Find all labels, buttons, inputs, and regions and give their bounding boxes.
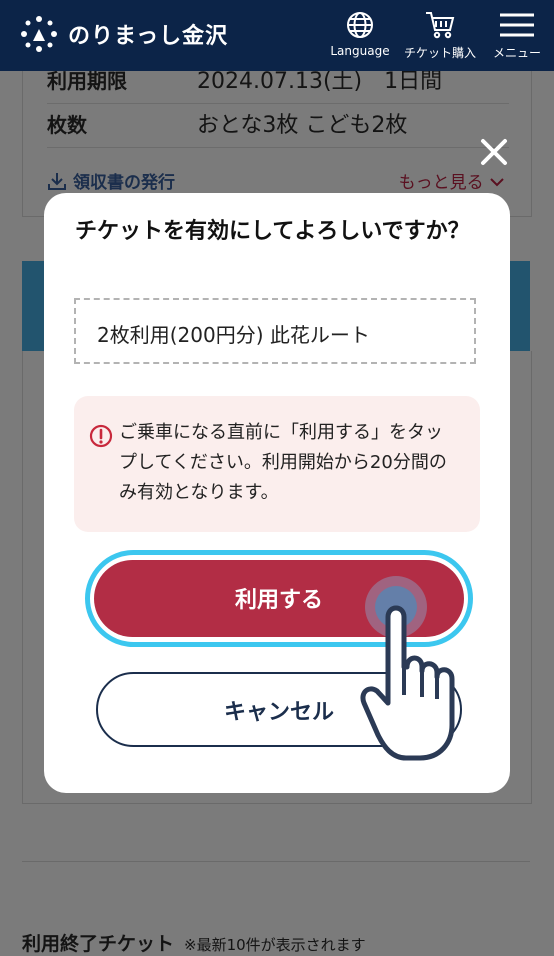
more-link[interactable]: もっと見る xyxy=(399,168,505,193)
count-label: 枚数 xyxy=(47,113,87,137)
language-label: Language xyxy=(330,44,390,58)
menu-button[interactable]: メニュー xyxy=(488,10,546,61)
globe-icon xyxy=(347,12,373,38)
download-icon xyxy=(48,173,66,190)
count-value: おとな3枚 こども2枚 xyxy=(197,113,408,138)
dialog-title: チケットを有効にしてよろしいですか？ xyxy=(75,219,470,244)
use-button[interactable]: 利用する xyxy=(94,560,464,637)
alert-circle-icon xyxy=(89,424,113,448)
more-label: もっと見る xyxy=(398,173,484,193)
section-divider xyxy=(22,861,530,862)
warning-text: ご乗車になる直前に「利用する」をタップしてください。利用開始から20分間のみ有効… xyxy=(119,422,447,503)
cancel-button-label: キャンセル xyxy=(223,700,334,725)
use-button-label: 利用する xyxy=(234,588,323,613)
cancel-button[interactable]: キャンセル xyxy=(96,672,462,747)
used-tickets-note: ※最新10件が表示されます xyxy=(184,936,366,954)
used-tickets-title: 利用終了チケット xyxy=(22,933,175,955)
warning-box: ご乗車になる直前に「利用する」をタップしてください。利用開始から20分間のみ有効… xyxy=(74,396,480,532)
app-header: のりまっし金沢 Language チケット購入 メニュー xyxy=(0,0,554,71)
receipt-label: 領収書の発行 xyxy=(73,173,175,193)
route-info-box: 2枚利用(200円分) 此花ルート xyxy=(74,298,476,364)
menu-label: メニュー xyxy=(492,46,541,60)
hamburger-menu-icon xyxy=(500,13,534,37)
route-text: 2枚利用(200円分) 此花ルート xyxy=(97,323,370,347)
ticket-purchase-label: チケット購入 xyxy=(403,46,476,60)
cart-icon xyxy=(426,12,455,39)
close-icon[interactable] xyxy=(478,136,510,168)
logo-emblem-icon[interactable] xyxy=(20,15,58,53)
ticket-purchase-button[interactable]: チケット購入 xyxy=(398,10,482,61)
count-row: 枚数 おとな3枚 こども2枚 xyxy=(47,97,509,148)
confirm-dialog: チケットを有効にしてよろしいですか？ 2枚利用(200円分) 此花ルート ご乗車… xyxy=(44,193,510,793)
chevron-down-icon xyxy=(490,178,504,187)
app-name[interactable]: のりまっし金沢 xyxy=(68,18,228,50)
receipt-link[interactable]: 領収書の発行 xyxy=(47,168,175,193)
used-tickets-heading: 利用終了チケット ※最新10件が表示されます xyxy=(22,929,366,956)
language-button[interactable]: Language xyxy=(328,10,392,58)
